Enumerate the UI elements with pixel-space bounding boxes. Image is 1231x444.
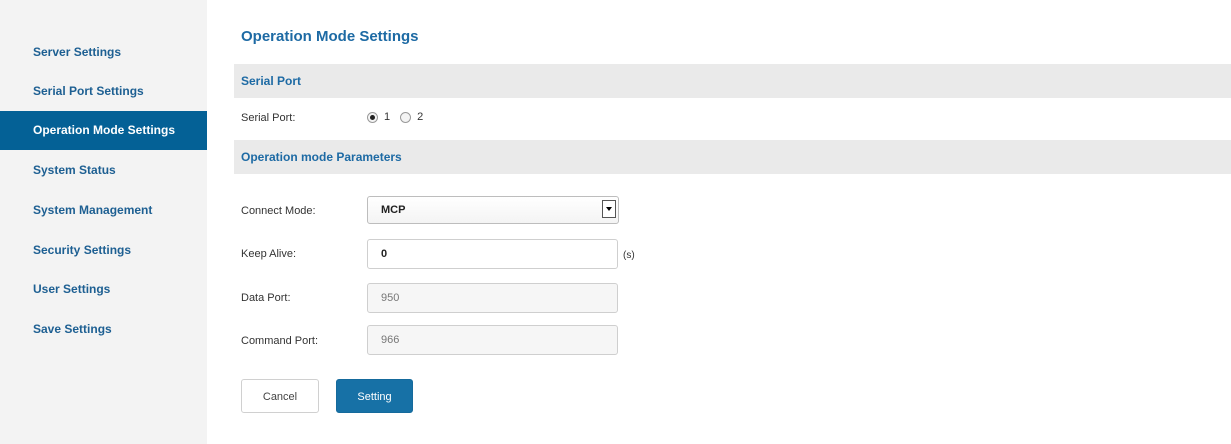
setting-button[interactable]: Setting — [336, 379, 413, 413]
main-content: Operation Mode Settings Serial Port Seri… — [207, 0, 1231, 444]
connect-mode-select[interactable]: MCP — [367, 196, 619, 224]
section-header-serial-port: Serial Port — [234, 64, 1231, 98]
sidebar-item-serial-port-settings[interactable]: Serial Port Settings — [0, 72, 207, 111]
sidebar-item-system-status[interactable]: System Status — [0, 151, 207, 190]
serial-port-label: Serial Port: — [241, 112, 296, 124]
command-port-input[interactable]: 966 — [367, 325, 618, 355]
keep-alive-label: Keep Alive: — [241, 248, 297, 260]
serial-port-radio-1[interactable] — [367, 111, 378, 123]
serial-port-radio-1-label: 1 — [384, 111, 391, 123]
serial-port-radio-2-label: 2 — [417, 111, 424, 123]
page-title: Operation Mode Settings — [241, 28, 419, 45]
chevron-down-icon[interactable] — [602, 200, 616, 218]
keep-alive-input[interactable]: 0 — [367, 239, 618, 269]
connect-mode-label: Connect Mode: — [241, 205, 316, 217]
cancel-button[interactable]: Cancel — [241, 379, 319, 413]
serial-port-radio-2[interactable] — [400, 111, 412, 123]
sidebar-item-user-settings[interactable]: User Settings — [0, 270, 207, 309]
section-header-operation-mode-parameters: Operation mode Parameters — [234, 140, 1231, 174]
data-port-label: Data Port: — [241, 292, 291, 304]
sidebar: Server Settings Serial Port Settings Ope… — [0, 0, 207, 444]
sidebar-item-security-settings[interactable]: Security Settings — [0, 231, 207, 270]
sidebar-item-operation-mode-settings[interactable]: Operation Mode Settings — [0, 111, 207, 150]
serial-port-radio-group: 1 2 — [367, 108, 433, 126]
connect-mode-value: MCP — [381, 204, 406, 216]
sidebar-item-server-settings[interactable]: Server Settings — [0, 33, 207, 72]
sidebar-item-system-management[interactable]: System Management — [0, 191, 207, 230]
keep-alive-unit: (s) — [623, 250, 635, 261]
data-port-input[interactable]: 950 — [367, 283, 618, 313]
sidebar-item-save-settings[interactable]: Save Settings — [0, 310, 207, 349]
command-port-label: Command Port: — [241, 335, 319, 347]
